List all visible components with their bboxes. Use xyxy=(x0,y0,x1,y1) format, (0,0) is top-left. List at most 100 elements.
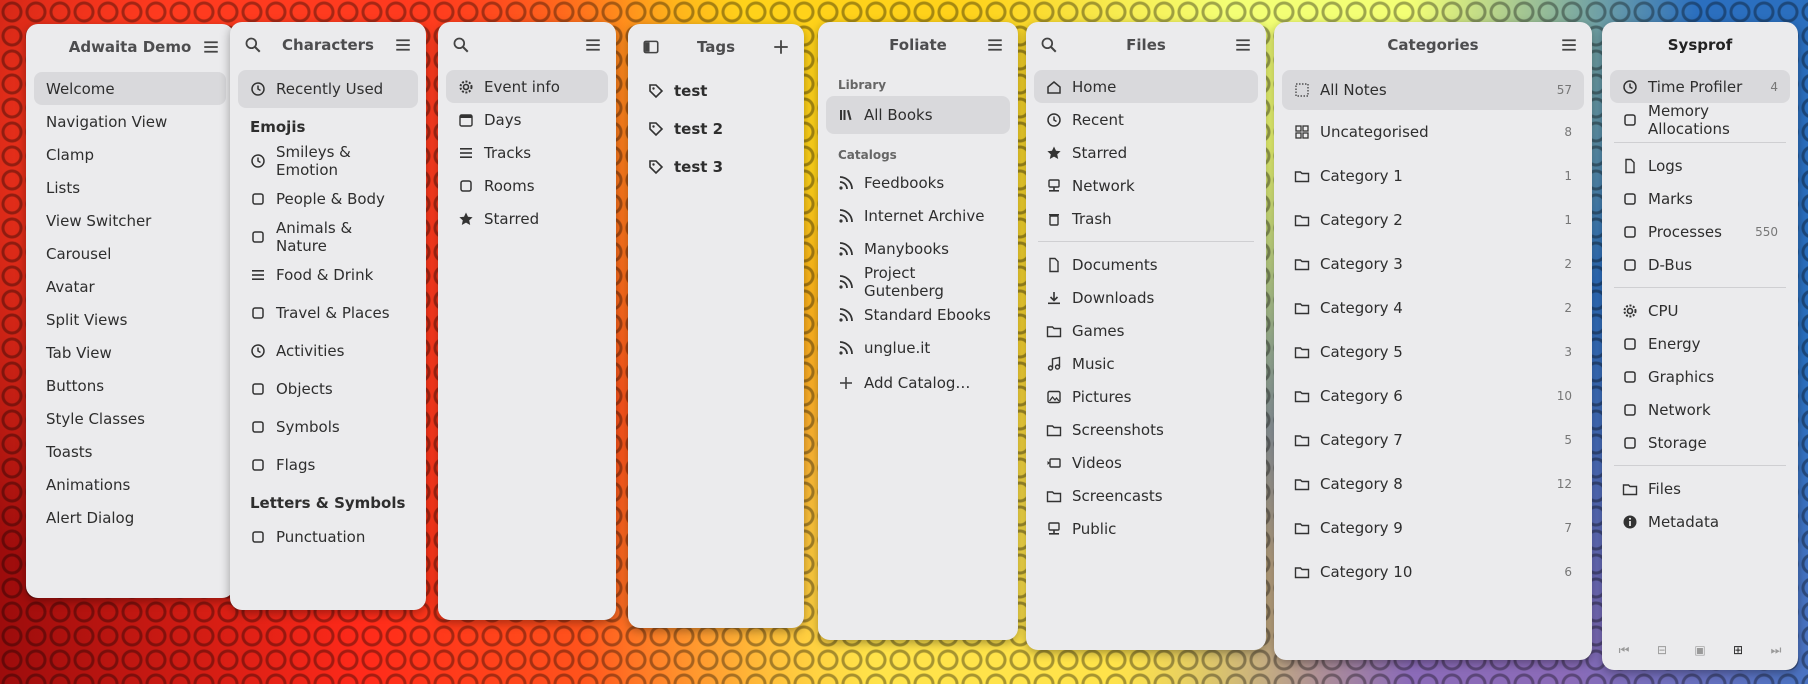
sidebar-item-label: Manybooks xyxy=(864,239,949,258)
category-category-4[interactable]: Category 4 2 xyxy=(1282,286,1584,330)
sidebar-item-cpu[interactable]: CPU xyxy=(1610,294,1790,327)
sidebar-item-pictures[interactable]: Pictures xyxy=(1034,380,1258,413)
menu-icon[interactable] xyxy=(394,36,412,54)
category-category-3[interactable]: Category 3 2 xyxy=(1282,242,1584,286)
sidebar-item-starred[interactable]: Starred xyxy=(1034,136,1258,169)
sidebar-item-flags[interactable]: Flags xyxy=(238,446,418,484)
category-category-10[interactable]: Category 10 6 xyxy=(1282,550,1584,594)
catalog-item-standard-ebooks[interactable]: Standard Ebooks xyxy=(826,298,1010,331)
sidebar-item-games[interactable]: Games xyxy=(1034,314,1258,347)
sidebar-item-marks[interactable]: Marks xyxy=(1610,182,1790,215)
catalog-item-feedbooks[interactable]: Feedbooks xyxy=(826,166,1010,199)
sidebar-item-recently-used[interactable]: Recently Used xyxy=(238,70,418,108)
sidebar-item-home[interactable]: Home xyxy=(1034,70,1258,103)
sidebar-item-recent[interactable]: Recent xyxy=(1034,103,1258,136)
last-page-icon[interactable]: ⏭ xyxy=(1766,640,1786,660)
search-icon[interactable] xyxy=(452,36,470,54)
sidebar-item-label: Event info xyxy=(484,77,560,96)
sidebar-item-metadata[interactable]: Metadata xyxy=(1610,505,1790,538)
sidebar-item-symbols[interactable]: Symbols xyxy=(238,408,418,446)
category-category-5[interactable]: Category 5 3 xyxy=(1282,330,1584,374)
sidebar-item-style-classes[interactable]: Style Classes xyxy=(34,402,226,435)
sidebar-item-processes[interactable]: Processes 550 xyxy=(1610,215,1790,248)
sidebar-item-energy[interactable]: Energy xyxy=(1610,327,1790,360)
sidebar-item-time-profiler[interactable]: Time Profiler 4 xyxy=(1610,70,1790,103)
category-category-7[interactable]: Category 7 5 xyxy=(1282,418,1584,462)
sidebar-item-punctuation[interactable]: Punctuation xyxy=(238,518,418,556)
add-catalog-button[interactable]: Add Catalog… xyxy=(826,364,1010,402)
sidebar-item-trash[interactable]: Trash xyxy=(1034,202,1258,235)
first-page-icon[interactable]: ⏮ xyxy=(1614,640,1634,660)
zoom-reset-icon[interactable]: ▣ xyxy=(1690,640,1710,660)
menu-icon[interactable] xyxy=(584,36,602,54)
sidebar-item-d-bus[interactable]: D-Bus xyxy=(1610,248,1790,281)
sidebar-toggle-icon[interactable] xyxy=(642,38,660,56)
menu-icon[interactable] xyxy=(1560,36,1578,54)
menu-icon[interactable] xyxy=(202,38,220,56)
sidebar-item-music[interactable]: Music xyxy=(1034,347,1258,380)
sidebar-item-navigation-view[interactable]: Navigation View xyxy=(34,105,226,138)
sidebar-item-rooms[interactable]: Rooms xyxy=(446,169,608,202)
sidebar-item-people-body[interactable]: People & Body xyxy=(238,180,418,218)
sidebar-item-travel-places[interactable]: Travel & Places xyxy=(238,294,418,332)
catalog-item-internet-archive[interactable]: Internet Archive xyxy=(826,199,1010,232)
sidebar-item-view-switcher[interactable]: View Switcher xyxy=(34,204,226,237)
sidebar-item-tracks[interactable]: Tracks xyxy=(446,136,608,169)
add-icon[interactable] xyxy=(772,38,790,56)
zoom-in-icon[interactable]: ⊞ xyxy=(1728,640,1748,660)
sidebar-item-toasts[interactable]: Toasts xyxy=(34,435,226,468)
sidebar-item-avatar[interactable]: Avatar xyxy=(34,270,226,303)
sidebar-item-alert-dialog[interactable]: Alert Dialog xyxy=(34,501,226,534)
search-icon[interactable] xyxy=(1040,36,1058,54)
sidebar-item-files[interactable]: Files xyxy=(1610,472,1790,505)
search-icon[interactable] xyxy=(244,36,262,54)
sidebar-item-all-books[interactable]: All Books xyxy=(826,96,1010,134)
category-category-2[interactable]: Category 2 1 xyxy=(1282,198,1584,242)
sidebar-item-network[interactable]: Network xyxy=(1034,169,1258,202)
sidebar-item-tab-view[interactable]: Tab View xyxy=(34,336,226,369)
menu-icon[interactable] xyxy=(986,36,1004,54)
sidebar-item-animations[interactable]: Animations xyxy=(34,468,226,501)
catalog-item-unglue-it[interactable]: unglue.it xyxy=(826,331,1010,364)
sidebar-item-memory-allocations[interactable]: Memory Allocations xyxy=(1610,102,1790,138)
category-category-6[interactable]: Category 6 10 xyxy=(1282,374,1584,418)
sidebar-item-animals-nature[interactable]: Animals & Nature xyxy=(238,218,418,256)
sidebar-item-food-drink[interactable]: Food & Drink xyxy=(238,256,418,294)
sidebar-item-welcome[interactable]: Welcome xyxy=(34,72,226,105)
tag-item-test-2[interactable]: test 2 xyxy=(636,110,796,148)
catalog-item-project-gutenberg[interactable]: Project Gutenberg xyxy=(826,264,1010,300)
category-all-notes[interactable]: All Notes 57 xyxy=(1282,70,1584,110)
sidebar-item-event-info[interactable]: Event info xyxy=(446,70,608,103)
sidebar-item-downloads[interactable]: Downloads xyxy=(1034,281,1258,314)
sidebar-item-videos[interactable]: Videos xyxy=(1034,446,1258,479)
foliate-window: Foliate Library All Books Catalogs Feedb… xyxy=(818,22,1018,640)
sidebar-item-objects[interactable]: Objects xyxy=(238,370,418,408)
category-category-8[interactable]: Category 8 12 xyxy=(1282,462,1584,506)
sidebar-item-carousel[interactable]: Carousel xyxy=(34,237,226,270)
sidebar-item-buttons[interactable]: Buttons xyxy=(34,369,226,402)
menu-icon[interactable] xyxy=(1234,36,1252,54)
tag-item-test-3[interactable]: test 3 xyxy=(636,148,796,186)
tag-item-test[interactable]: test xyxy=(636,72,796,110)
sidebar-item-network[interactable]: Network xyxy=(1610,393,1790,426)
sidebar-item-graphics[interactable]: Graphics xyxy=(1610,360,1790,393)
sidebar-item-lists[interactable]: Lists xyxy=(34,171,226,204)
sidebar-item-label: Network xyxy=(1648,400,1711,419)
sidebar-item-logs[interactable]: Logs xyxy=(1610,149,1790,182)
sidebar-item-screenshots[interactable]: Screenshots xyxy=(1034,413,1258,446)
category-category-1[interactable]: Category 1 1 xyxy=(1282,154,1584,198)
category-uncategorised[interactable]: Uncategorised 8 xyxy=(1282,110,1584,154)
sidebar-item-clamp[interactable]: Clamp xyxy=(34,138,226,171)
category-category-9[interactable]: Category 9 7 xyxy=(1282,506,1584,550)
zoom-out-icon[interactable]: ⊟ xyxy=(1652,640,1672,660)
sidebar-item-screencasts[interactable]: Screencasts xyxy=(1034,479,1258,512)
sidebar-item-smileys-emotion[interactable]: Smileys & Emotion xyxy=(238,142,418,180)
sidebar-item-days[interactable]: Days xyxy=(446,103,608,136)
sidebar-item-activities[interactable]: Activities xyxy=(238,332,418,370)
sidebar-item-storage[interactable]: Storage xyxy=(1610,426,1790,459)
sidebar-item-starred[interactable]: Starred xyxy=(446,202,608,235)
catalog-item-manybooks[interactable]: Manybooks xyxy=(826,232,1010,265)
sidebar-item-public[interactable]: Public xyxy=(1034,512,1258,545)
sidebar-item-split-views[interactable]: Split Views xyxy=(34,303,226,336)
sidebar-item-documents[interactable]: Documents xyxy=(1034,248,1258,281)
